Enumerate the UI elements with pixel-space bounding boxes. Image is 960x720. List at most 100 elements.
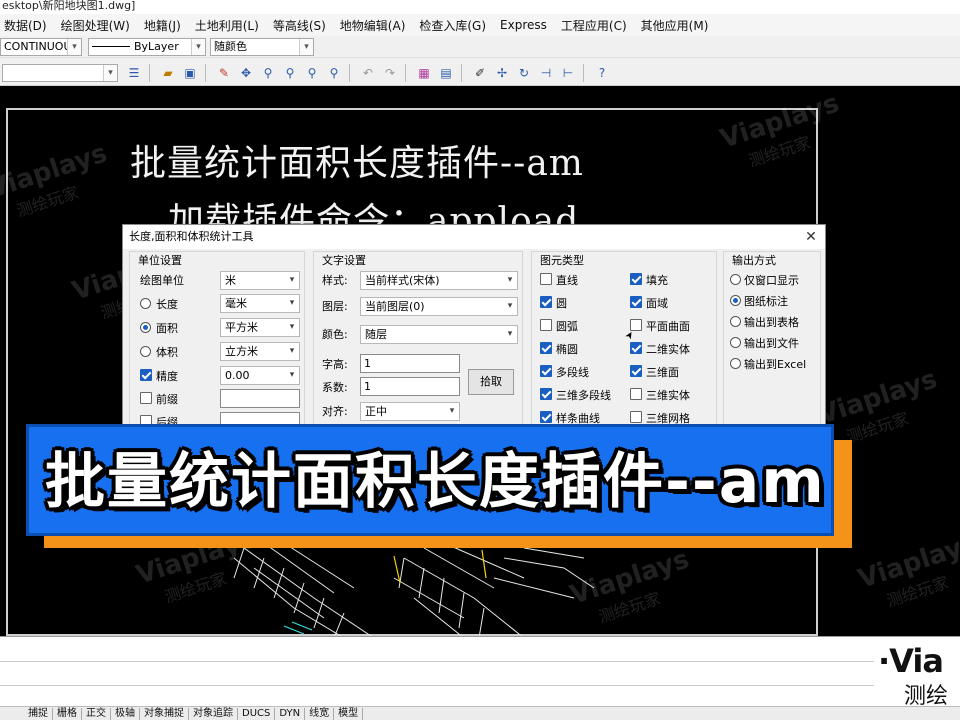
style-select[interactable]: 当前样式(宋体) ▾ [360, 271, 518, 290]
move-icon[interactable]: ✢ [492, 63, 512, 83]
rotate-icon[interactable]: ↻ [514, 63, 534, 83]
menu-engineering[interactable]: 工程应用(C) [561, 17, 627, 34]
volume-unit-value: 立方米 [225, 345, 258, 358]
trim-icon[interactable]: ⊣ [536, 63, 556, 83]
element-type-checkbox[interactable] [540, 342, 552, 354]
match-properties-icon[interactable]: ✥ [236, 63, 256, 83]
layer-label: 图层: [322, 300, 348, 313]
zoom-extents-icon[interactable]: ⚲ [302, 63, 322, 83]
element-type-checkbox[interactable] [540, 411, 552, 423]
element-type-checkbox[interactable] [630, 388, 642, 400]
precision-checkbox[interactable] [140, 369, 152, 381]
scale-input[interactable]: 1 [360, 377, 460, 396]
area-radio[interactable] [140, 322, 151, 333]
open-folder-icon[interactable]: ▰ [158, 63, 178, 83]
volume-radio[interactable] [140, 346, 151, 357]
status-toggle[interactable]: 对象追踪 [189, 707, 238, 720]
brand-logo: ·Via 测绘 [874, 640, 960, 710]
zoom-previous-icon[interactable]: ⚲ [324, 63, 344, 83]
element-type-checkbox[interactable] [630, 365, 642, 377]
output-option-radio[interactable] [730, 337, 741, 348]
extend-icon[interactable]: ⊢ [558, 63, 578, 83]
status-toggle[interactable]: 模型 [334, 707, 364, 720]
menu-land-use[interactable]: 土地利用(L) [195, 17, 259, 34]
command-area[interactable] [0, 636, 960, 706]
element-type-checkbox[interactable] [540, 319, 552, 331]
zoom-window-icon[interactable]: ⚲ [280, 63, 300, 83]
element-type-checkbox[interactable] [630, 273, 642, 285]
element-type-checkbox[interactable] [540, 296, 552, 308]
menu-other[interactable]: 其他应用(M) [641, 17, 709, 34]
element-type-label: 三维实体 [646, 389, 690, 402]
output-option-radio[interactable] [730, 295, 741, 306]
menu-lines-icon[interactable]: ☰ [124, 63, 144, 83]
prefix-checkbox[interactable] [140, 392, 152, 404]
status-toggle[interactable]: 对象捕捉 [140, 707, 189, 720]
align-select[interactable]: 正中 ▾ [360, 402, 460, 421]
output-option-radio[interactable] [730, 316, 741, 327]
save-icon[interactable]: ▣ [180, 63, 200, 83]
menu-data[interactable]: 数据(D) [4, 17, 47, 34]
menu-contour[interactable]: 等高线(S) [273, 17, 326, 34]
prefix-input[interactable] [220, 389, 300, 408]
element-type-checkbox[interactable] [630, 319, 642, 331]
menu-check[interactable]: 检查入库(G) [419, 17, 486, 34]
pencil-icon[interactable]: ✎ [214, 63, 234, 83]
zoom-realtime-icon[interactable]: ⚲ [258, 63, 278, 83]
output-option-radio[interactable] [730, 274, 741, 285]
drawing-unit-select[interactable]: 米 ▾ [220, 271, 300, 290]
element-type-checkbox[interactable] [630, 342, 642, 354]
area-unit-select[interactable]: 平方米 ▾ [220, 318, 300, 337]
menu-drawing[interactable]: 绘图处理(W) [61, 17, 130, 34]
status-toggle[interactable]: DYN [275, 707, 306, 720]
layer-select[interactable]: ▾ [2, 63, 118, 82]
status-toggle[interactable]: 正交 [82, 707, 111, 720]
status-toggle[interactable]: 线宽 [305, 707, 335, 720]
erase-icon[interactable]: ✐ [470, 63, 490, 83]
lineweight-select[interactable]: ByLayer ▾ [88, 37, 206, 56]
prefix-label: 前缀 [156, 393, 178, 406]
menu-express[interactable]: Express [500, 18, 547, 32]
unit-settings-title: 单位设置 [138, 252, 182, 268]
chevron-down-icon: ▾ [507, 329, 513, 339]
precision-select[interactable]: 0.00 ▾ [220, 366, 300, 385]
height-input[interactable]: 1 [360, 354, 460, 373]
menu-feature-edit[interactable]: 地物编辑(A) [340, 17, 406, 34]
linetype-select[interactable]: CONTINUOUS ▾ [0, 37, 82, 56]
redo-icon[interactable]: ↷ [380, 63, 400, 83]
output-option-label: 输出到文件 [744, 337, 799, 350]
close-icon[interactable]: ✕ [803, 225, 819, 249]
pick-button[interactable]: 拾取 [468, 369, 514, 395]
status-toggle[interactable]: 极轴 [111, 707, 140, 720]
output-option-radio[interactable] [730, 358, 741, 369]
status-toggle[interactable]: 捕捉 [24, 707, 53, 720]
element-type-label: 填充 [646, 274, 668, 287]
element-type-checkbox[interactable] [540, 273, 552, 285]
status-toggle[interactable]: DUCS [238, 707, 276, 720]
length-unit-select[interactable]: 毫米 ▾ [220, 294, 300, 313]
element-type-checkbox[interactable] [540, 388, 552, 400]
undo-icon[interactable]: ↶ [358, 63, 378, 83]
length-unit-value: 毫米 [225, 297, 247, 310]
mouse-cursor-icon: ➤ [623, 329, 638, 342]
menu-cadastre[interactable]: 地籍(J) [144, 17, 181, 34]
align-value: 正中 [365, 405, 387, 418]
element-type-label: 圆弧 [556, 320, 578, 333]
properties-icon[interactable]: ▤ [436, 63, 456, 83]
volume-label: 体积 [156, 346, 178, 359]
color-value: 随层 [365, 328, 387, 341]
layer-manager-icon[interactable]: ▦ [414, 63, 434, 83]
status-toggle[interactable]: 栅格 [53, 707, 82, 720]
volume-unit-select[interactable]: 立方米 ▾ [220, 342, 300, 361]
output-option-label: 仅窗口显示 [744, 274, 799, 287]
layer-select[interactable]: 当前图层(0) ▾ [360, 297, 518, 316]
length-radio[interactable] [140, 298, 151, 309]
help-icon[interactable]: ? [592, 63, 612, 83]
element-type-checkbox[interactable] [540, 365, 552, 377]
element-type-checkbox[interactable] [630, 411, 642, 423]
color-select[interactable]: 随颜色 ▾ [210, 37, 314, 56]
element-type-checkbox[interactable] [630, 296, 642, 308]
output-option-label: 输出到Excel [744, 358, 807, 371]
color-select[interactable]: 随层 ▾ [360, 325, 518, 344]
parcel-map-drawing [233, 542, 595, 636]
